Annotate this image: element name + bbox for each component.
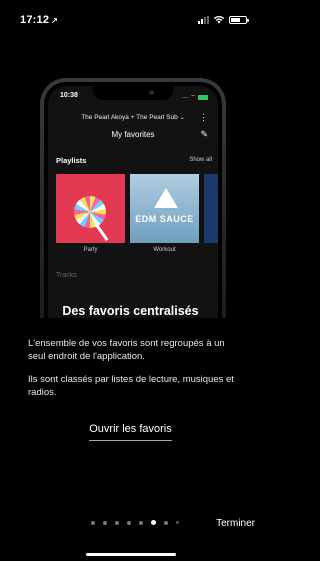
onboarding-paragraph-1: L'ensemble de vos favoris sont regroupés… (28, 338, 225, 362)
signal-icon (198, 15, 209, 24)
phone-preview-illustration: 10:38 .... ⌔ The Pearl Akoya + The Pearl … (40, 78, 226, 318)
preview-card-workout: EDM SAUCE Workout (130, 174, 199, 253)
page-dot[interactable] (115, 520, 119, 525)
partial-artwork (204, 174, 218, 243)
preview-card-partial (204, 174, 218, 253)
chevron-down-icon: ⌄ (179, 115, 185, 121)
wifi-icon (213, 15, 225, 24)
location-icon: ↗ (51, 16, 59, 25)
onboarding-heading: Des favoris centralisés (62, 304, 199, 318)
edit-icon: ✎ (200, 129, 208, 139)
page-dot-active[interactable] (151, 520, 156, 525)
preview-playlists-heading: Playlists (56, 156, 87, 165)
phone-notch (93, 86, 173, 100)
card-caption: Party (83, 247, 98, 253)
workout-art-text: EDM SAUCE (135, 214, 194, 224)
preview-card-party: Party (56, 174, 125, 253)
preview-playlist-cards: Party EDM SAUCE Workout (56, 174, 218, 253)
open-favorites-button[interactable]: Ouvrir les favoris (89, 423, 172, 441)
preview-status-icons: .... ⌔ (182, 93, 208, 101)
page-indicator[interactable] (91, 520, 179, 525)
page-dot[interactable] (176, 521, 179, 524)
page-dot[interactable] (164, 520, 168, 525)
page-dot[interactable] (139, 520, 143, 525)
party-artwork (56, 174, 125, 243)
workout-artwork: EDM SAUCE (130, 174, 199, 243)
preview-time: 10:38 (60, 92, 78, 99)
page-dot[interactable] (103, 520, 107, 525)
preview-title: My favorites (111, 130, 155, 139)
preview-show-all: Show all (189, 157, 212, 163)
home-indicator[interactable] (86, 553, 176, 556)
open-favorites-container: Ouvrir les favoris (0, 419, 261, 441)
status-time: 17:12 ↗ (20, 14, 59, 26)
finish-button[interactable]: Terminer (216, 518, 255, 529)
phone-screen: 10:38 .... ⌔ The Pearl Akoya + The Pearl … (48, 86, 218, 318)
battery-icon (229, 15, 249, 24)
page-dot[interactable] (91, 520, 95, 525)
status-icons (198, 15, 249, 24)
page-dot[interactable] (127, 520, 131, 525)
onboarding-paragraph-2: Ils sont classés par listes de lecture, … (28, 374, 234, 398)
card-caption: Workout (153, 247, 176, 253)
preview-speaker-group: The Pearl Akoya + The Pearl Sub ⌄ (81, 114, 185, 121)
preview-tracks-heading: Tracks (56, 272, 77, 279)
status-bar: 17:12 ↗ (0, 0, 261, 40)
more-vertical-icon: ⋮ (199, 112, 208, 122)
